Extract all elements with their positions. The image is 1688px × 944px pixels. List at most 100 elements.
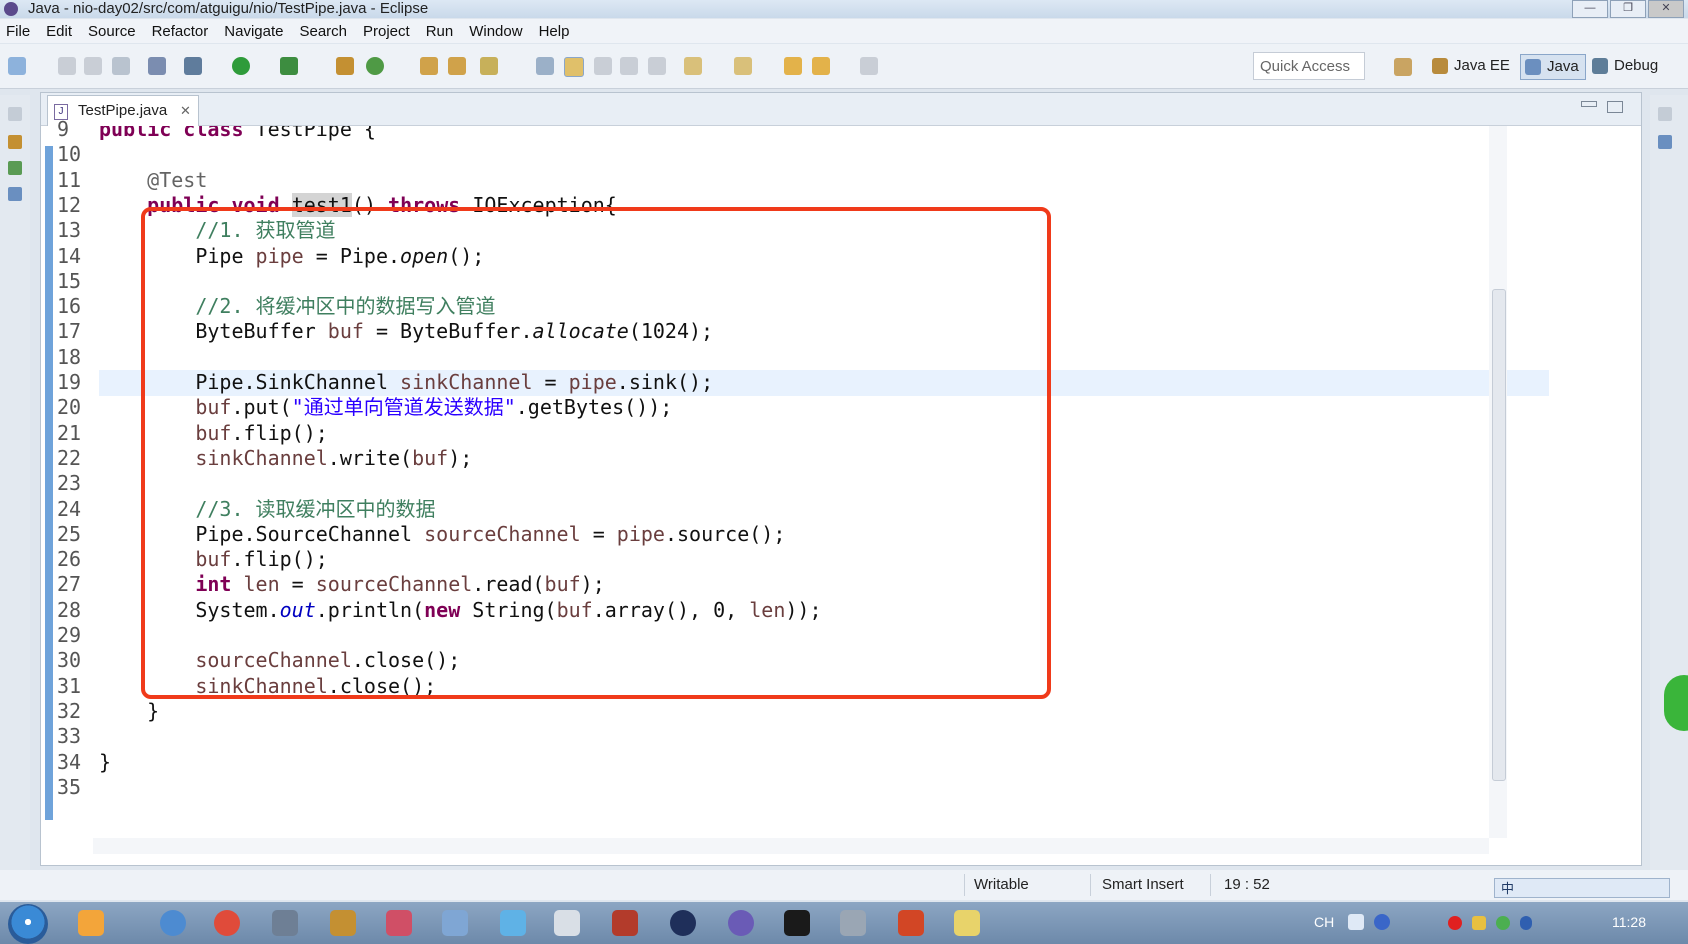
line-number-gutter: 9 10 11 12 13 14 15 16 17 18 19 20 21 22 23 24 25 26 27 28 2… — [41, 117, 93, 838]
run-icon[interactable] — [232, 57, 250, 75]
forward-icon[interactable] — [860, 57, 878, 75]
editor-tab-bar: J TestPipe.java ✕ — [41, 93, 1641, 126]
maximize-button[interactable]: ❐ — [1610, 0, 1646, 18]
menu-source[interactable]: Source — [88, 23, 136, 40]
insert-mode-status: Smart Insert — [1102, 876, 1184, 893]
toggle-word-wrap-icon[interactable] — [564, 57, 584, 77]
menu-window[interactable]: Window — [469, 23, 522, 40]
line-number: 9 — [57, 117, 70, 141]
tray-icon[interactable] — [1496, 916, 1510, 930]
search-icon[interactable] — [480, 57, 498, 75]
ie-icon[interactable] — [160, 910, 186, 936]
next-annotation-icon[interactable] — [684, 57, 702, 75]
debug-icon[interactable] — [184, 57, 202, 75]
taskbar-app-icon[interactable] — [840, 910, 866, 936]
print-icon[interactable] — [112, 57, 130, 75]
menu-help[interactable]: Help — [539, 23, 570, 40]
right-view-strip — [1650, 95, 1688, 875]
cmd-icon[interactable] — [784, 910, 810, 936]
code-line[interactable]: } — [99, 699, 159, 724]
restore-icon[interactable] — [8, 107, 22, 121]
previous-annotation-icon[interactable] — [734, 57, 752, 75]
code-line[interactable]: public class TestPipe { — [99, 126, 376, 142]
outline-icon[interactable] — [8, 187, 22, 201]
save-icon[interactable] — [58, 57, 76, 75]
taskbar-app-icon[interactable] — [78, 910, 104, 936]
close-tab-icon[interactable]: ✕ — [180, 96, 191, 126]
start-button[interactable] — [8, 904, 48, 944]
windows-taskbar: CH 11:28 — [0, 902, 1688, 944]
taskbar-app-icon[interactable] — [272, 910, 298, 936]
taskbar-app-icon[interactable] — [554, 910, 580, 936]
close-button[interactable]: ✕ — [1648, 0, 1684, 18]
eclipse-taskbar-icon[interactable] — [330, 910, 356, 936]
code-line[interactable]: } — [99, 750, 111, 775]
package-explorer-icon[interactable] — [8, 135, 22, 149]
line-number: 12 — [57, 192, 82, 217]
line-number: 17 — [57, 319, 82, 344]
menu-search[interactable]: Search — [299, 23, 347, 40]
open-type-icon[interactable] — [420, 57, 438, 75]
toggle-breakpoint-icon[interactable] — [148, 57, 166, 75]
tray-icon[interactable] — [1448, 916, 1462, 930]
minimize-editor-icon[interactable] — [1581, 101, 1597, 107]
status-bar: Writable Smart Insert 19 : 52 — [0, 870, 1688, 900]
last-edit-icon[interactable] — [784, 57, 802, 75]
taskbar-app-icon[interactable] — [500, 910, 526, 936]
perspective-java-ee[interactable]: Java EE — [1428, 54, 1516, 78]
eclipse-icon — [4, 2, 18, 16]
powerpoint-icon[interactable] — [898, 910, 924, 936]
ime-toolbar[interactable]: 中 — [1494, 878, 1670, 898]
taskbar-app-icon[interactable] — [386, 910, 412, 936]
maximize-editor-icon[interactable] — [1607, 101, 1623, 113]
menu-edit[interactable]: Edit — [46, 23, 72, 40]
clock[interactable]: 11:28 — [1612, 914, 1646, 930]
task-list-icon[interactable] — [1658, 135, 1672, 149]
taskbar-app-icon[interactable] — [670, 910, 696, 936]
block-selection-icon[interactable] — [594, 57, 612, 75]
help-icon[interactable] — [1374, 914, 1390, 930]
tray-icon[interactable] — [1472, 916, 1486, 930]
open-task-icon[interactable] — [448, 57, 466, 75]
bluetooth-icon[interactable] — [1520, 916, 1532, 930]
horizontal-scrollbar[interactable] — [93, 838, 1489, 854]
open-perspective-icon[interactable] — [1394, 58, 1412, 76]
menu-run[interactable]: Run — [426, 23, 454, 40]
restore-icon[interactable] — [1658, 107, 1672, 121]
tray-lang[interactable]: CH — [1314, 914, 1334, 930]
scrollbar-thumb[interactable] — [1492, 289, 1506, 781]
eclipse-icon[interactable] — [728, 910, 754, 936]
save-all-icon[interactable] — [84, 57, 102, 75]
menu-file[interactable]: File — [6, 23, 30, 40]
menu-navigate[interactable]: Navigate — [224, 23, 283, 40]
new-package-icon[interactable] — [336, 57, 354, 75]
quick-access-input[interactable]: Quick Access — [1253, 52, 1365, 80]
code-line[interactable]: @Test — [99, 168, 207, 193]
perspective-java[interactable]: Java — [1520, 54, 1586, 80]
new-icon[interactable] — [8, 57, 26, 75]
vertical-scrollbar[interactable] — [1489, 126, 1507, 838]
floating-widget[interactable] — [1664, 675, 1688, 731]
java-ee-icon — [1432, 58, 1448, 74]
menu-project[interactable]: Project — [363, 23, 410, 40]
show-whitespace-icon[interactable] — [620, 57, 638, 75]
divider — [1090, 874, 1091, 896]
type-hierarchy-icon[interactable] — [8, 161, 22, 175]
chat-icon[interactable] — [442, 910, 468, 936]
new-class-icon[interactable] — [366, 57, 384, 75]
perspective-label: Java EE — [1454, 57, 1510, 74]
tray-icon[interactable] — [1348, 914, 1364, 930]
line-number: 15 — [57, 268, 82, 293]
minimize-button[interactable]: — — [1572, 0, 1608, 18]
menu-refactor[interactable]: Refactor — [152, 23, 209, 40]
chrome-icon[interactable] — [214, 910, 240, 936]
taskbar-app-icon[interactable] — [954, 910, 980, 936]
taskbar-app-icon[interactable] — [612, 910, 638, 936]
divider — [964, 874, 965, 896]
mark-occurrences-icon[interactable] — [536, 57, 554, 75]
perspective-label: Java — [1547, 58, 1579, 75]
perspective-debug[interactable]: Debug — [1588, 54, 1664, 78]
pilcrow-icon[interactable] — [648, 57, 666, 75]
back-icon[interactable] — [812, 57, 830, 75]
run-external-icon[interactable] — [280, 57, 298, 75]
